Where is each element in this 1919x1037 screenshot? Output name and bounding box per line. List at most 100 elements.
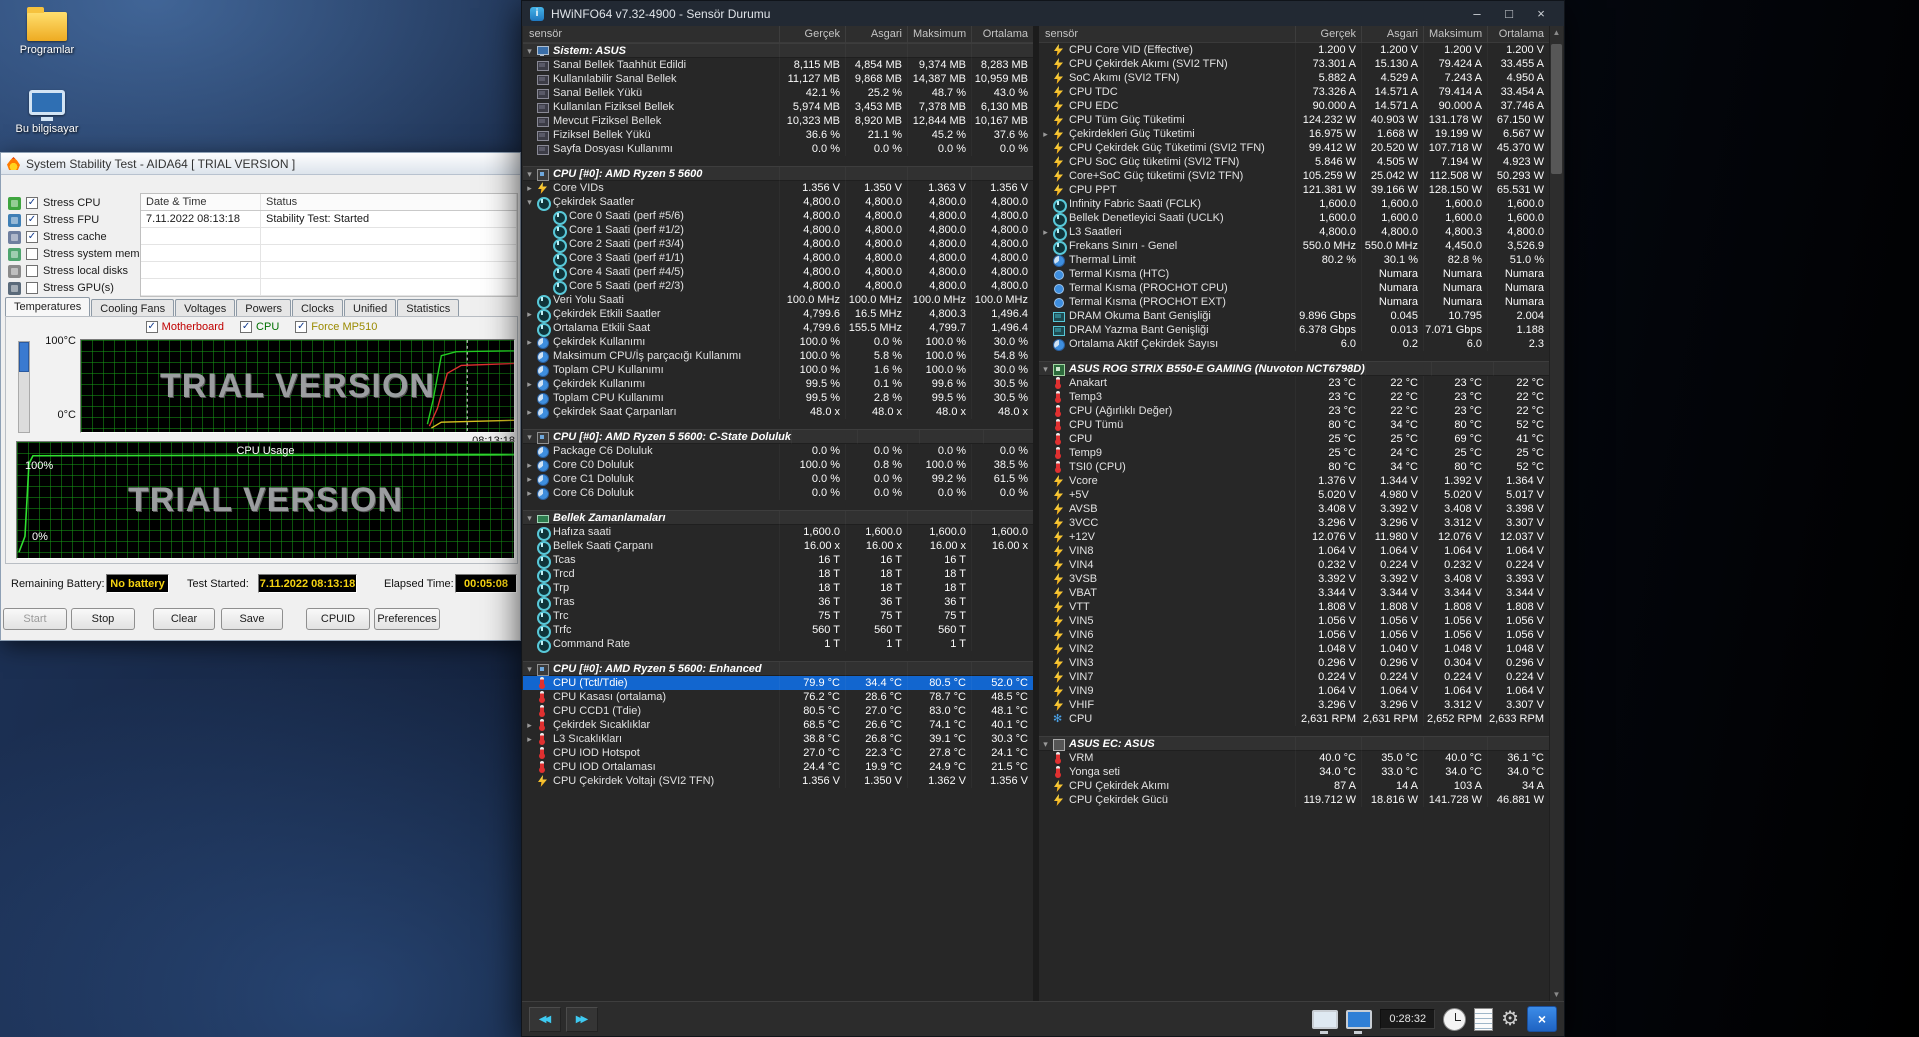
sensor-row[interactable]: CPU Kasası (ortalama) 76.2 °C 28.6 °C 78.7 … bbox=[523, 690, 1033, 704]
sensor-row[interactable]: Temp3 23 °C 22 °C 23 °C 22 °C bbox=[1039, 390, 1549, 404]
sensor-section-header[interactable]: ▾ Bellek Zamanlamaları bbox=[523, 510, 1033, 525]
stress-checkbox[interactable] bbox=[26, 265, 38, 277]
gadget-button[interactable] bbox=[1346, 1009, 1373, 1034]
scrollbar-thumb[interactable] bbox=[1551, 44, 1562, 174]
sensor-row[interactable]: ▸ Çekirdekleri Güç Tüketimi 16.975 W 1.668 … bbox=[1039, 127, 1549, 141]
sensor-row[interactable]: VHIF 3.296 V 3.296 V 3.312 V 3.307 V bbox=[1039, 698, 1549, 712]
stress-checkbox[interactable]: ✓ bbox=[26, 214, 38, 226]
stress-checkbox[interactable]: ✓ bbox=[26, 197, 38, 209]
expand-icon[interactable]: ▸ bbox=[523, 405, 536, 419]
desktop-icon-folder[interactable]: Programlar bbox=[8, 6, 86, 56]
sensor-row[interactable]: CPU Çekirdek Akımı 87 A 14 A 103 A 34 A bbox=[1039, 779, 1549, 793]
log-table-row[interactable]: 7.11.2022 08:13:18 Stability Test: Starte… bbox=[141, 211, 517, 228]
sensor-row[interactable]: Termal Kısma (PROCHOT EXT) Numara Numara Nu… bbox=[1039, 295, 1549, 309]
sensor-row[interactable]: CPU PPT 121.381 W 39.166 W 128.150 W 65.531 … bbox=[1039, 183, 1549, 197]
sensor-row[interactable]: Core 5 Saati (perf #2/3)4,800.0 MHz4,800… bbox=[523, 279, 1033, 295]
sensor-row[interactable]: Thermal Limit 80.2 % 30.1 % 82.8 % 51.0 % bbox=[1039, 253, 1549, 267]
sensor-row[interactable]: Sanal Bellek Yükü 42.1 % 25.2 % 48.7 % 43.0 … bbox=[523, 86, 1033, 100]
sensor-row[interactable]: ▾Çekirdek Saatler4,800.0 MHz4,800.0 MHz4… bbox=[523, 195, 1033, 211]
desktop-icon-computer[interactable]: Bu bilgisayar bbox=[8, 84, 86, 135]
sensor-row[interactable]: CPU SoC Güç tüketimi (SVI2 TFN) 5.846 W 4.… bbox=[1039, 155, 1549, 169]
sensor-row[interactable]: ▸ Çekirdek Kullanımı 100.0 % 0.0 % 100.0 % 30… bbox=[523, 335, 1033, 349]
expand-icon[interactable]: ▾ bbox=[523, 44, 536, 58]
sensor-row[interactable]: CPU Core VID (Effective) 1.200 V 1.200 V 1.… bbox=[1039, 43, 1549, 57]
sensor-row[interactable]: 3VCC 3.296 V 3.296 V 3.312 V 3.307 V bbox=[1039, 516, 1549, 530]
sensor-row[interactable]: CPU TDC 73.326 A 14.571 A 79.414 A 33.454 A bbox=[1039, 85, 1549, 99]
sensor-row[interactable]: CPU Çekirdek Akımı (SVI2 TFN) 73.301 A 15.… bbox=[1039, 57, 1549, 71]
sensor-row[interactable]: +5V 5.020 V 4.980 V 5.020 V 5.017 V bbox=[1039, 488, 1549, 502]
cpuid-button[interactable]: CPUID bbox=[306, 608, 370, 630]
sensor-row[interactable]: CPU Tümü 80 °C 34 °C 80 °C 52 °C bbox=[1039, 418, 1549, 432]
stress-checkbox[interactable] bbox=[26, 248, 38, 260]
sensor-row[interactable]: Core 4 Saati (perf #4/5)4,800.0 MHz4,800… bbox=[523, 265, 1033, 281]
expand-icon[interactable]: ▸ bbox=[523, 472, 536, 486]
graph-vertical-scrollbar[interactable] bbox=[18, 341, 30, 433]
expand-icon[interactable]: ▸ bbox=[523, 335, 536, 349]
sensor-row[interactable]: DRAM Okuma Bant Genişliği 9.896 Gbps 0.045… bbox=[1039, 309, 1549, 323]
sensor-row[interactable]: VIN9 1.064 V 1.064 V 1.064 V 1.064 V bbox=[1039, 684, 1549, 698]
sensor-row[interactable]: Veri Yolu Saati 100.0 MHz 100.0 MHz 100.0 M… bbox=[523, 293, 1033, 309]
sensor-section-header[interactable]: ▾ CPU [#0]: AMD Ryzen 5 5600 bbox=[523, 166, 1033, 181]
sensor-row[interactable]: VIN2 1.048 V 1.040 V 1.048 V 1.048 V bbox=[1039, 642, 1549, 656]
sensor-row[interactable]: VIN6 1.056 V 1.056 V 1.056 V 1.056 V bbox=[1039, 628, 1549, 642]
clock-button[interactable] bbox=[1443, 1007, 1467, 1031]
tab-clocks[interactable]: Clocks bbox=[291, 299, 343, 316]
close-button[interactable]: × bbox=[1526, 4, 1556, 24]
sensor-row[interactable]: CPU CCD1 (Tdie) 80.5 °C 27.0 °C 83.0 °C 48.1… bbox=[523, 704, 1033, 718]
sensor-row[interactable]: +12V 12.076 V 11.980 V 12.076 V 12.037 V bbox=[1039, 530, 1549, 544]
stress-option[interactable]: Stress local disks bbox=[8, 263, 155, 279]
sensor-row[interactable]: Ortalama Aktif Çekirdek Sayısı 6.0 0.2 6.0 2… bbox=[1039, 337, 1549, 351]
legend-checkbox[interactable]: ✓ bbox=[240, 321, 253, 333]
log-table-row[interactable] bbox=[141, 228, 517, 245]
sensor-row[interactable]: 3VSB 3.392 V 3.392 V 3.408 V 3.393 V bbox=[1039, 572, 1549, 586]
sensor-row[interactable]: TSI0 (CPU) 80 °C 34 °C 80 °C 52 °C bbox=[1039, 460, 1549, 474]
expand-icon[interactable]: ▸ bbox=[1039, 225, 1052, 239]
sensor-row[interactable]: Bellek Denetleyici Saati (UCLK) 1,600.0 M… bbox=[1039, 211, 1549, 227]
scroll-columns-right-button[interactable]: ▶▶ bbox=[566, 1006, 598, 1032]
sensor-row[interactable]: Core 3 Saati (perf #1/1)4,800.0 MHz4,800… bbox=[523, 251, 1033, 267]
expand-icon[interactable]: ▸ bbox=[523, 181, 536, 195]
sensor-row[interactable]: ▸ Çekirdek Saat Çarpanları 48.0 x 48.0 x 48.… bbox=[523, 405, 1033, 419]
sensor-row[interactable]: Mevcut Fiziksel Bellek 10,323 MB 8,920 MB 1… bbox=[523, 114, 1033, 128]
stress-option[interactable]: ✓ Stress CPU bbox=[8, 195, 155, 211]
legend-checkbox[interactable]: ✓ bbox=[145, 321, 158, 333]
expand-icon[interactable]: ▾ bbox=[1039, 737, 1052, 751]
sensor-row[interactable]: Toplam CPU Kullanımı 100.0 % 1.6 % 100.0 % 3… bbox=[523, 363, 1033, 377]
sensor-row[interactable]: Kullanılan Fiziksel Bellek 5,974 MB 3,453 … bbox=[523, 100, 1033, 114]
scrollbar-thumb[interactable] bbox=[19, 342, 29, 372]
sensor-row[interactable]: CPU Çekirdek Voltajı (SVI2 TFN) 1.356 V 1.… bbox=[523, 774, 1033, 788]
sensor-row[interactable]: CPU2,631 RPM2,631 RPM2,652 RPM2,633 RPM bbox=[1039, 712, 1549, 726]
sensor-row[interactable]: VIN3 0.296 V 0.296 V 0.304 V 0.296 V bbox=[1039, 656, 1549, 670]
stress-checkbox[interactable]: ✓ bbox=[26, 231, 38, 243]
stop-button[interactable]: Stop bbox=[71, 608, 135, 630]
save-button[interactable]: Save bbox=[221, 608, 283, 630]
sensor-row[interactable]: ▸ Core C0 Doluluk 100.0 % 0.8 % 100.0 % 38.5 … bbox=[523, 458, 1033, 472]
sensor-row[interactable]: ▸ Çekirdek Etkili Saatler 4,799.6 MHz16.5 … bbox=[523, 307, 1033, 323]
settings-gear-button[interactable]: ⚙ bbox=[1501, 1007, 1519, 1031]
sensor-row[interactable]: Yonga seti 34.0 °C 33.0 °C 34.0 °C 34.0 °C bbox=[1039, 765, 1549, 779]
sensor-row[interactable]: CPU Çekirdek Güç Tüketimi (SVI2 TFN) 99.4… bbox=[1039, 141, 1549, 155]
sensor-row[interactable]: CPU IOD Ortalaması 24.4 °C 19.9 °C 24.9 °C 2… bbox=[523, 760, 1033, 774]
stress-option[interactable]: ✓ Stress cache bbox=[8, 229, 155, 245]
sensor-row[interactable]: CPU EDC 90.000 A 14.571 A 90.000 A 37.746 A bbox=[1039, 99, 1549, 113]
sensor-row[interactable]: Core 0 Saati (perf #5/6)4,800.0 MHz4,800… bbox=[523, 209, 1033, 225]
tab-unified[interactable]: Unified bbox=[344, 299, 397, 316]
sensor-row[interactable]: ▸L3 Saatleri4,800.0 MHz4,800.0 MHz4,800.… bbox=[1039, 225, 1549, 241]
sensor-section-header[interactable]: ▾ CPU [#0]: AMD Ryzen 5 5600: C-State Dol… bbox=[523, 429, 1033, 444]
sensor-row[interactable]: ▸ Çekirdek Sıcaklıklar 68.5 °C 26.6 °C 74.1 … bbox=[523, 718, 1033, 732]
maximize-button[interactable]: □ bbox=[1494, 4, 1524, 24]
expand-icon[interactable]: ▾ bbox=[523, 430, 536, 444]
sensor-row[interactable]: VIN5 1.056 V 1.056 V 1.056 V 1.056 V bbox=[1039, 614, 1549, 628]
sensor-row[interactable]: DRAM Yazma Bant Genişliği 6.378 Gbps 0.013… bbox=[1039, 323, 1549, 337]
sensor-row[interactable]: Fiziksel Bellek Yükü 36.6 % 21.1 % 45.2 % 37… bbox=[523, 128, 1033, 142]
sensor-row[interactable]: Bellek Saati Çarpanı 16.00 x 16.00 x 16.00 … bbox=[523, 539, 1033, 555]
expand-icon[interactable]: ▸ bbox=[1039, 127, 1052, 141]
sensor-row[interactable]: VIN4 0.232 V 0.224 V 0.232 V 0.224 V bbox=[1039, 558, 1549, 572]
log-table-row[interactable] bbox=[141, 262, 517, 279]
sensor-section-header[interactable]: ▾ Sistem: ASUS bbox=[523, 43, 1033, 58]
expand-icon[interactable]: ▸ bbox=[523, 486, 536, 500]
hwinfo-title-bar[interactable]: HWiNFO64 v7.32-4900 - Sensör Durumu – □ … bbox=[522, 1, 1564, 26]
sensor-row[interactable]: CPU (Ağırlıklı Değer) 23 °C 22 °C 23 °C 22 °… bbox=[1039, 404, 1549, 418]
sensor-row[interactable]: AVSB 3.408 V 3.392 V 3.408 V 3.398 V bbox=[1039, 502, 1549, 516]
sensor-row[interactable]: ▸ L3 Sıcaklıkları 38.8 °C 26.8 °C 39.1 °C 30.… bbox=[523, 732, 1033, 746]
